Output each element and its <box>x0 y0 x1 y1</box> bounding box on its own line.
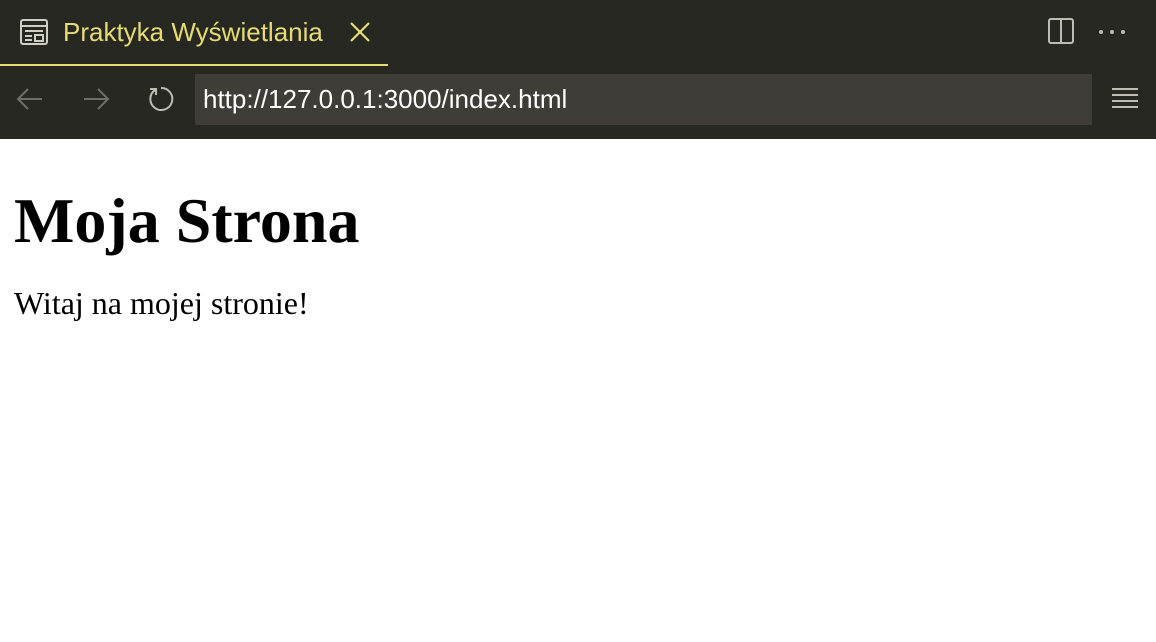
more-actions-icon[interactable] <box>1096 18 1128 46</box>
tab-title: Praktyka Wyświetlania <box>63 17 323 47</box>
preview-icon <box>20 19 48 45</box>
page-content: Moja Strona Witaj na mojej stronie! <box>0 139 1156 323</box>
page-paragraph: Witaj na mojej stronie! <box>14 285 309 321</box>
page-heading: Moja Strona <box>14 185 360 256</box>
arrow-left-icon[interactable] <box>14 83 46 115</box>
arrow-right-icon[interactable] <box>80 83 112 115</box>
tab-bar: Praktyka Wyświetlania <box>0 0 1156 66</box>
hamburger-menu-icon[interactable] <box>1110 83 1140 113</box>
close-icon[interactable] <box>348 20 372 44</box>
browser-toolbar <box>0 66 1156 139</box>
tab-preview[interactable]: Praktyka Wyświetlania <box>0 0 388 66</box>
url-input[interactable] <box>195 74 1092 125</box>
reload-icon[interactable] <box>145 83 177 115</box>
split-editor-icon[interactable] <box>1046 16 1076 46</box>
